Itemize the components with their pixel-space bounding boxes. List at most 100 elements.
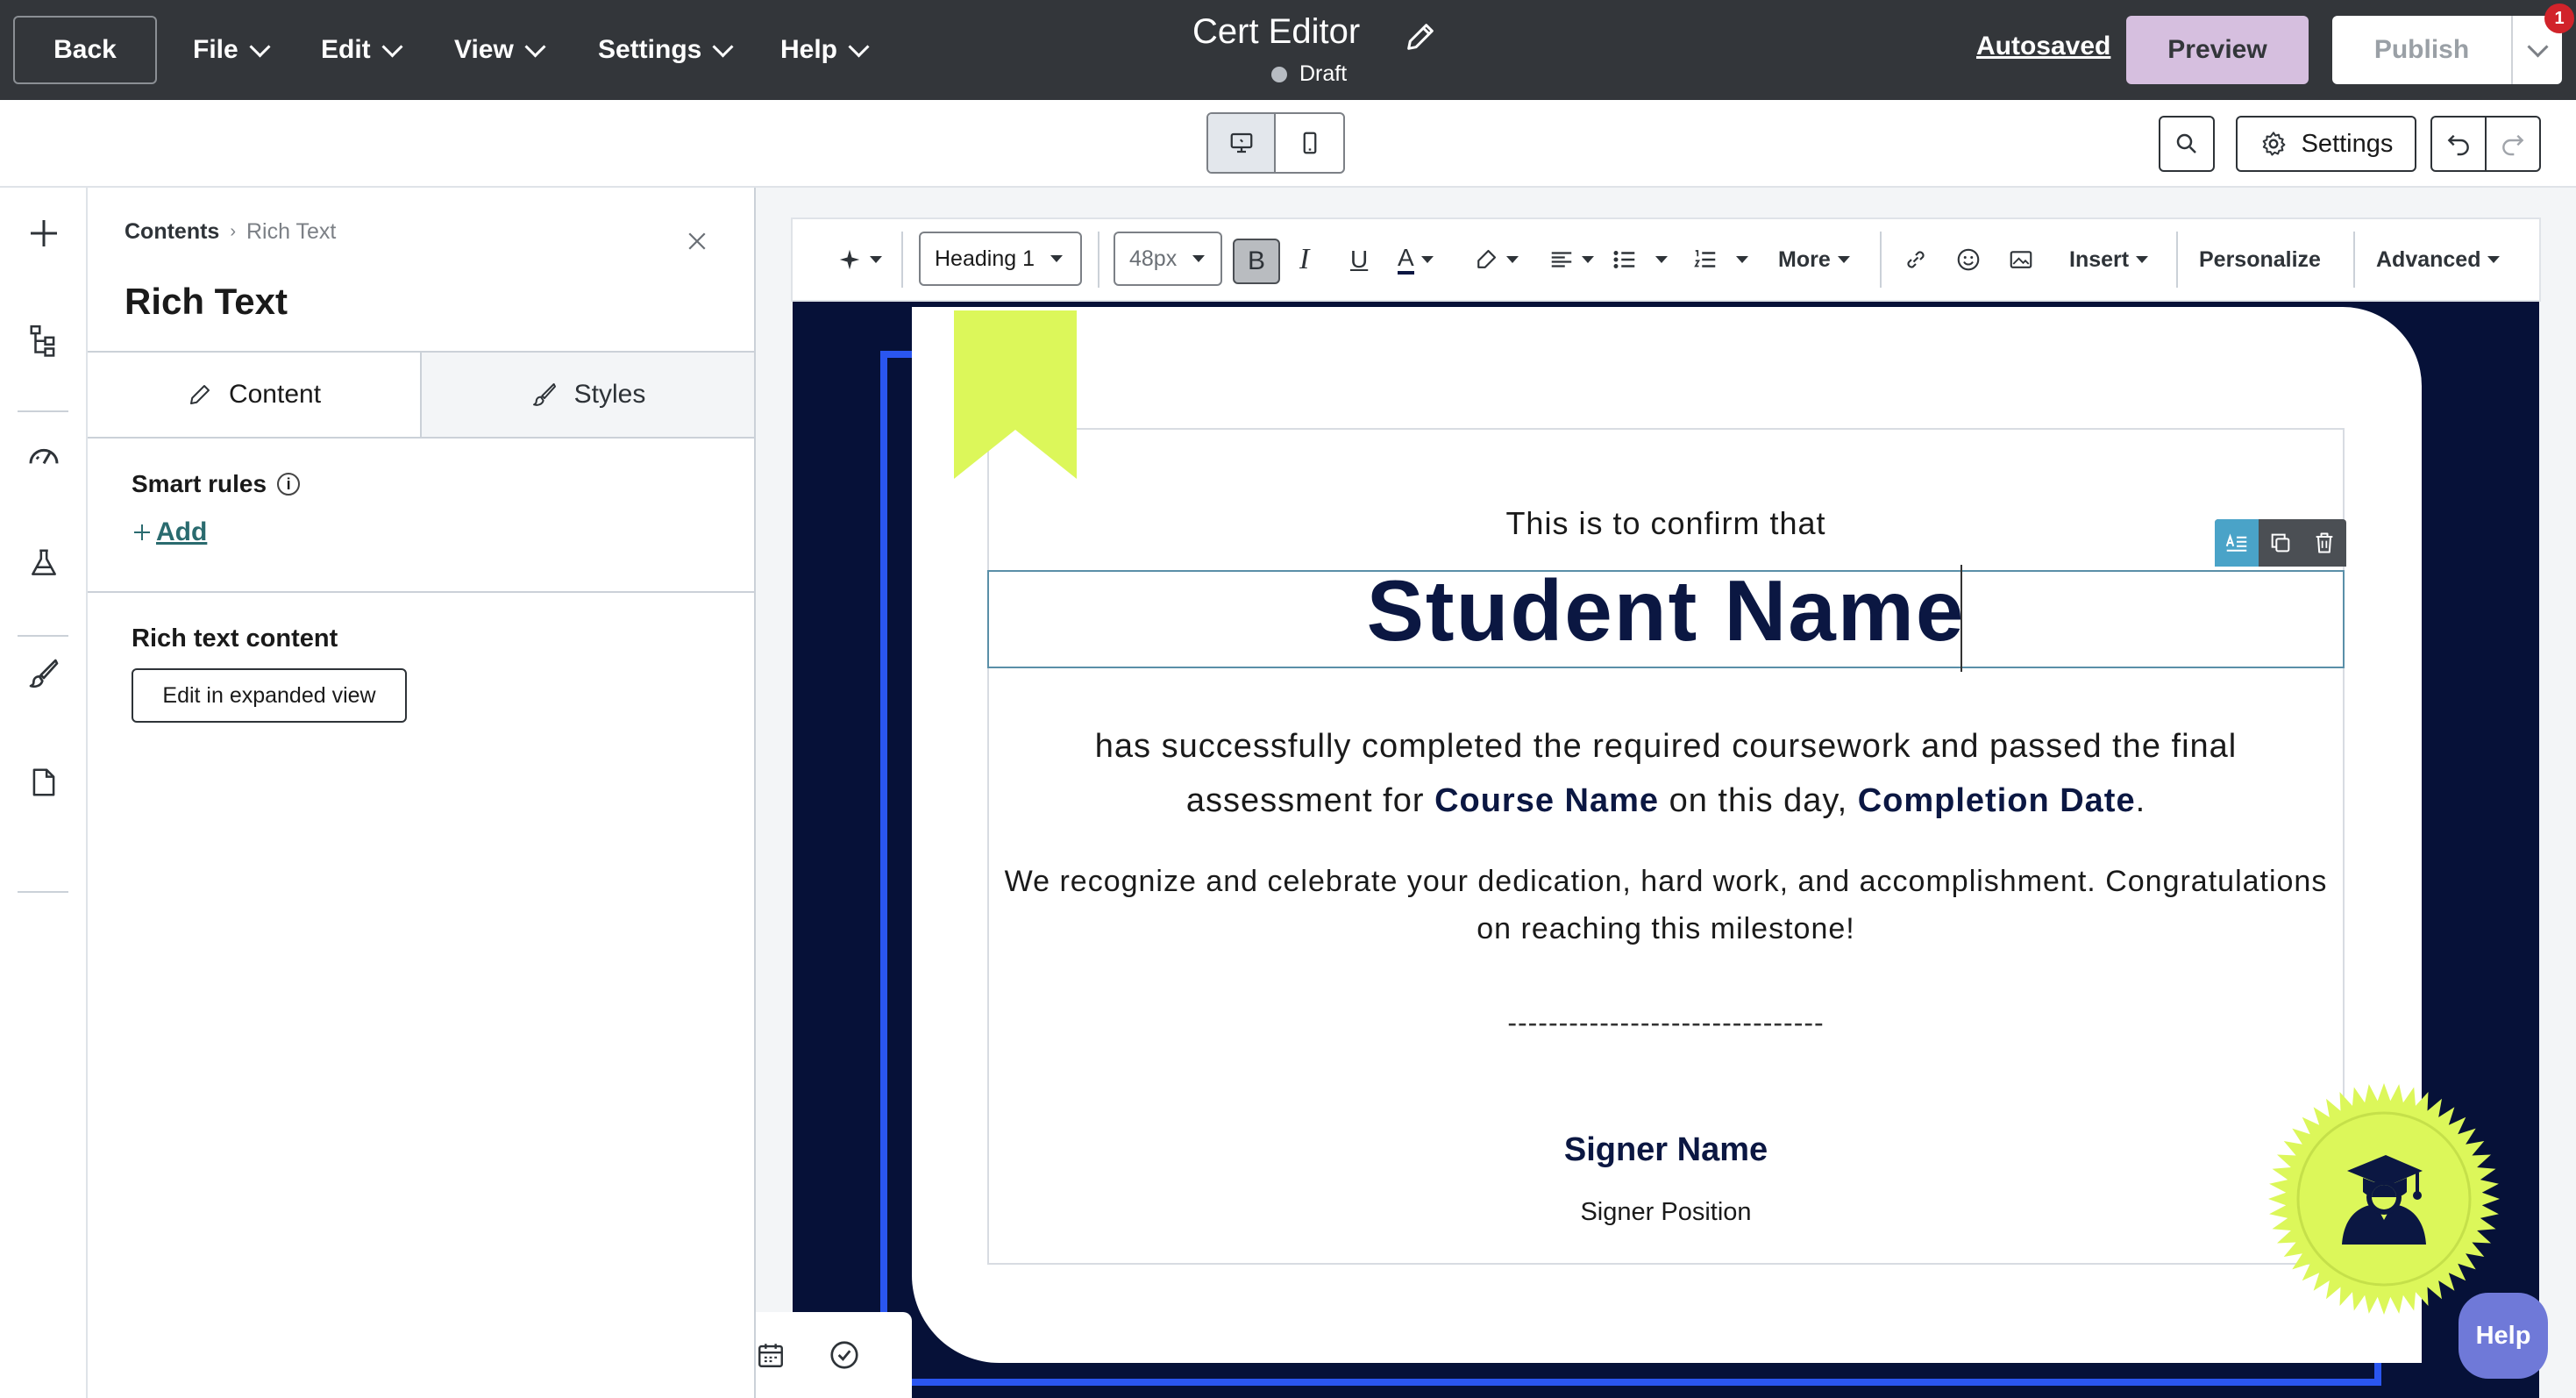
bold-button[interactable]: B [1233, 239, 1280, 284]
signer-name[interactable]: Signer Name [987, 1131, 2345, 1169]
duplicate-block-button[interactable] [2259, 519, 2302, 567]
menu-file-label: File [193, 35, 238, 64]
panel-divider [88, 591, 754, 593]
calendar-icon[interactable] [756, 1340, 786, 1370]
ai-assist-button[interactable] [836, 219, 882, 300]
smart-rules-text: Smart rules [132, 470, 267, 497]
performance-button[interactable] [23, 435, 65, 477]
close-icon[interactable] [684, 228, 710, 254]
bold-icon: B [1247, 246, 1265, 275]
plus-icon [134, 524, 150, 540]
toolbar-divider [901, 232, 903, 288]
chevron-down-icon [249, 35, 271, 58]
design-button[interactable] [23, 653, 65, 695]
caret-down-icon [1736, 256, 1748, 263]
more-menu[interactable]: More [1778, 219, 1850, 300]
document-title[interactable]: Cert Editor [1192, 12, 1360, 52]
block-type-button[interactable] [2215, 519, 2259, 567]
check-circle-icon[interactable] [828, 1338, 861, 1372]
signature-line[interactable]: ------------------------------- [987, 1007, 2345, 1039]
menu-help[interactable]: Help [780, 16, 870, 84]
chevron-down-icon [712, 35, 734, 58]
redo-button[interactable] [2487, 118, 2539, 170]
flask-icon [32, 549, 56, 575]
tab-content[interactable]: Content [88, 353, 420, 437]
insert-menu[interactable]: Insert [2069, 219, 2149, 300]
tab-styles[interactable]: Styles [420, 353, 754, 437]
student-name-heading[interactable]: Student Name [987, 561, 2345, 660]
menu-settings[interactable]: Settings [598, 16, 734, 84]
smart-rules-label: Smart rules i [132, 470, 301, 498]
menu-view[interactable]: View [454, 16, 546, 84]
text-style-value: Heading 1 [935, 246, 1035, 271]
align-button[interactable] [1548, 219, 1594, 300]
add-element-button[interactable] [23, 212, 65, 254]
image-button[interactable] [2008, 219, 2034, 300]
test-button[interactable] [23, 542, 65, 584]
breadcrumb-contents[interactable]: Contents [125, 219, 219, 245]
completion-paragraph[interactable]: has successfully completed the required … [1035, 719, 2297, 828]
edit-expanded-view-button[interactable]: Edit in expanded view [132, 668, 407, 723]
mobile-view-button[interactable] [1276, 114, 1343, 172]
signer-position[interactable]: Signer Position [987, 1198, 2345, 1227]
caret-down-icon [1837, 256, 1850, 263]
undo-icon [2447, 134, 2469, 156]
recognition-paragraph[interactable]: We recognize and celebrate your dedicati… [1000, 858, 2332, 952]
publish-button[interactable]: Publish [2332, 16, 2511, 84]
underline-icon: U [1350, 246, 1369, 273]
plus-icon [31, 220, 57, 246]
breadcrumb-current: Rich Text [246, 219, 337, 244]
advanced-menu[interactable]: Advanced [2376, 219, 2501, 300]
chevron-down-icon [524, 35, 546, 58]
desktop-icon [1230, 132, 1252, 153]
pencil-icon[interactable] [1403, 19, 1438, 54]
settings-button[interactable]: Settings [2236, 116, 2416, 172]
image-icon [2010, 251, 2032, 268]
draft-status: Draft [1271, 61, 1347, 87]
caret-down-icon [1582, 256, 1594, 263]
rich-text-content-label: Rich text content [132, 624, 338, 653]
underline-button[interactable]: U [1350, 219, 1368, 300]
numbered-list-button[interactable] [1690, 219, 1748, 300]
rail-divider [18, 410, 68, 412]
undo-redo-group [2430, 116, 2541, 172]
info-icon[interactable]: i [277, 473, 301, 496]
caret-down-icon [1420, 256, 1434, 263]
font-size-select[interactable]: 48px [1114, 232, 1222, 286]
caret-down-icon [1655, 256, 1668, 263]
device-toggle [1206, 112, 1345, 174]
text-style-select[interactable]: Heading 1 [919, 232, 1082, 286]
desktop-view-button[interactable] [1208, 114, 1277, 172]
text-color-button[interactable]: A [1398, 219, 1434, 300]
back-button[interactable]: Back [13, 16, 157, 84]
menu-file[interactable]: File [193, 16, 271, 84]
toolbar-divider [1098, 232, 1099, 288]
settings-button-label: Settings [2301, 129, 2394, 158]
help-button[interactable]: Help [2459, 1293, 2548, 1379]
rail-divider [18, 891, 68, 893]
undo-button[interactable] [2432, 118, 2487, 170]
layers-tree-button[interactable] [23, 319, 65, 361]
bullet-list-button[interactable] [1610, 219, 1668, 300]
delete-block-button[interactable] [2302, 519, 2346, 567]
autosaved-link[interactable]: Autosaved [1976, 32, 2110, 61]
highlight-button[interactable] [1473, 219, 1519, 300]
link-button[interactable] [1903, 219, 1929, 300]
confirm-text[interactable]: This is to confirm that [987, 505, 2345, 542]
menu-settings-label: Settings [598, 35, 702, 64]
personalize-button[interactable]: Personalize [2199, 219, 2321, 300]
add-smart-rule-link[interactable]: Add [132, 517, 207, 547]
emoji-button[interactable] [1955, 219, 1982, 300]
breadcrumb-chevron-icon: › [230, 222, 236, 241]
italic-button[interactable]: I [1299, 219, 1309, 300]
top-bar: Back File Edit View Settings Help Cert E… [0, 0, 2576, 100]
insert-label: Insert [2069, 246, 2130, 272]
pages-button[interactable] [23, 761, 65, 803]
link-icon [1907, 251, 1925, 268]
caret-down-icon [1050, 255, 1063, 262]
trash-icon [2316, 532, 2333, 553]
preview-button[interactable]: Preview [2126, 16, 2309, 84]
search-button[interactable] [2159, 116, 2215, 172]
menu-edit[interactable]: Edit [321, 16, 403, 84]
pencil-icon [189, 385, 210, 404]
